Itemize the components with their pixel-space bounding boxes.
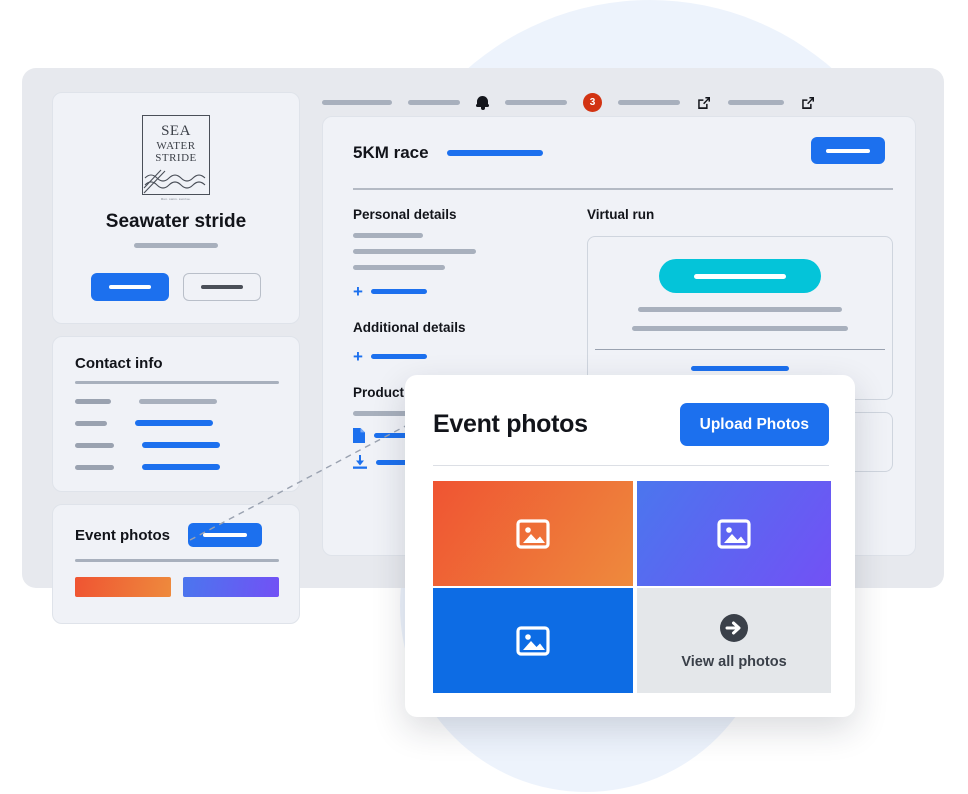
page-title: 5KM race	[353, 143, 429, 162]
modal-title: Event photos	[433, 410, 588, 438]
contact-value-link[interactable]	[142, 464, 220, 470]
nav-placeholder-1[interactable]	[322, 100, 392, 105]
contact-value-link[interactable]	[142, 442, 220, 448]
contact-info-card: Contact info	[52, 336, 300, 492]
logo-caption: Run. swim. sunrise.	[161, 197, 191, 201]
photo-tile-3[interactable]	[433, 588, 633, 693]
mini-thumbnail-2[interactable]	[183, 577, 279, 597]
contact-key	[75, 399, 111, 404]
event-photos-action-button[interactable]	[188, 523, 263, 547]
profile-secondary-button[interactable]	[183, 273, 261, 301]
profile-primary-button[interactable]	[91, 273, 169, 301]
bell-icon[interactable]	[476, 95, 489, 110]
contact-row	[75, 420, 220, 426]
photo-tile-1[interactable]	[433, 481, 633, 586]
additional-details-label: Additional details	[353, 320, 466, 335]
event-photos-header: Event photos	[75, 523, 263, 547]
modal-header: Event photos Upload Photos	[433, 403, 829, 446]
virtual-run-label: Virtual run	[587, 207, 655, 222]
contact-row	[75, 399, 220, 404]
profile-subtitle-placeholder	[134, 243, 218, 248]
logo-wave-graphic	[143, 169, 206, 194]
race-action-button[interactable]	[811, 137, 885, 164]
contact-value-link[interactable]	[135, 420, 213, 426]
virtual-run-placeholder-1	[638, 307, 842, 312]
external-link-icon-1[interactable]	[696, 95, 712, 111]
event-photos-card-title: Event photos	[75, 526, 171, 544]
contact-row	[75, 464, 220, 470]
personal-details-label: Personal details	[353, 207, 457, 222]
contact-key	[75, 420, 107, 426]
event-photos-thumbnail-row	[75, 577, 279, 597]
image-icon	[717, 518, 751, 549]
contact-key	[75, 464, 114, 470]
photo-tile-2[interactable]	[637, 481, 831, 586]
upload-photos-button[interactable]: Upload Photos	[679, 403, 829, 446]
profile-name: Seawater stride	[105, 211, 247, 232]
profile-card: SEA WATER STRIDE Run. swim. sunrise. Sea…	[52, 92, 300, 324]
nav-placeholder-5[interactable]	[728, 100, 784, 105]
add-additional-detail-label	[370, 354, 427, 359]
contact-value	[139, 399, 217, 404]
download-icon	[353, 455, 367, 469]
logo-line-2: WATER	[156, 139, 196, 152]
profile-button-row	[91, 273, 261, 301]
detail-placeholder	[353, 265, 445, 270]
virtual-run-link[interactable]	[691, 366, 789, 371]
image-icon	[516, 625, 550, 656]
mini-thumbnail-1[interactable]	[75, 577, 171, 597]
virtual-run-placeholder-2	[632, 326, 848, 331]
contact-divider	[75, 381, 279, 384]
arrow-right-circle-icon	[720, 613, 748, 642]
plus-icon: +	[353, 347, 363, 366]
view-all-photos-label: View all photos	[681, 653, 787, 670]
detail-placeholder	[353, 233, 423, 238]
race-title-row: 5KM race	[353, 143, 543, 163]
event-photos-card: Event photos	[52, 504, 300, 624]
race-divider	[353, 188, 893, 190]
plus-icon: +	[353, 282, 363, 301]
nav-placeholder-4[interactable]	[618, 100, 680, 105]
external-link-icon-2[interactable]	[800, 95, 816, 111]
notification-badge[interactable]: 3	[583, 93, 602, 112]
nav-placeholder-3[interactable]	[505, 100, 567, 105]
contact-info-title: Contact info	[75, 355, 163, 372]
document-icon	[353, 428, 365, 443]
event-photos-divider	[75, 559, 279, 562]
add-additional-detail-row[interactable]: +	[353, 348, 543, 365]
detail-placeholder	[353, 249, 476, 254]
logo-line-3: STRIDE	[155, 152, 197, 165]
nav-placeholder-2[interactable]	[408, 100, 460, 105]
image-icon	[516, 518, 550, 549]
modal-divider	[433, 465, 829, 466]
logo-line-1: SEA	[161, 123, 191, 139]
contact-field-list	[75, 399, 220, 486]
screenshot-stage: 3 SEA WATER STRIDE Run. swim. sunrise. S…	[0, 0, 968, 794]
virtual-run-divider	[595, 349, 885, 350]
brand-logo: SEA WATER STRIDE	[142, 115, 210, 195]
race-status-placeholder	[446, 150, 543, 156]
top-navigation-bar: 3	[322, 93, 816, 112]
add-personal-detail-row[interactable]: +	[353, 283, 543, 300]
virtual-run-primary-button[interactable]	[659, 259, 821, 293]
contact-key	[75, 442, 114, 448]
add-personal-detail-label	[370, 289, 427, 294]
view-all-tile[interactable]: View all photos	[637, 588, 831, 693]
contact-row	[75, 442, 220, 448]
event-photos-modal: Event photos Upload Photos View all phot…	[405, 375, 855, 717]
photo-grid: View all photos	[433, 481, 831, 693]
